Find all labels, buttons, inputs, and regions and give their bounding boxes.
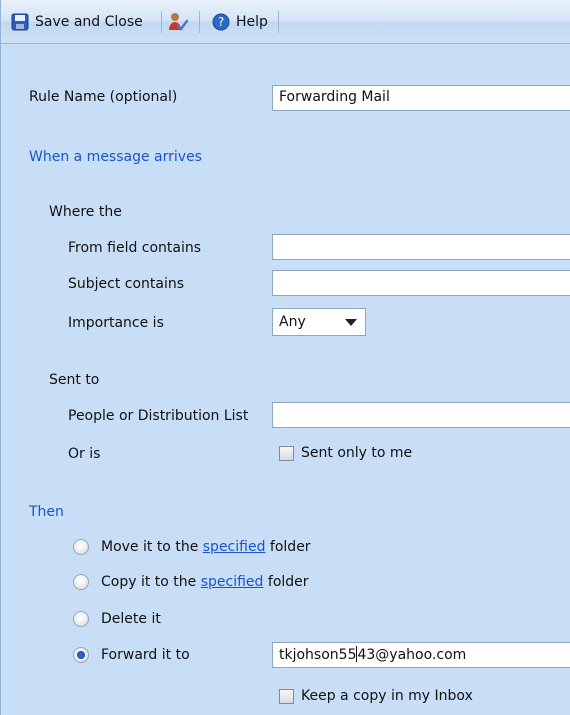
keep-copy-checkbox[interactable] (279, 688, 294, 704)
forward-radio[interactable] (73, 647, 89, 663)
help-button[interactable]: ? Help (212, 10, 274, 34)
delete-radio[interactable] (73, 611, 89, 627)
toolbar-separator (199, 11, 200, 33)
importance-label: Importance is (68, 315, 164, 331)
sent-only-to-me-checkbox[interactable] (279, 445, 294, 461)
toolbar-separator (161, 11, 162, 33)
copy-to-folder-option[interactable]: Copy it to the specified folder (73, 574, 309, 590)
toolbar: Save and Close ? Help (1, 0, 570, 44)
chevron-down-icon (345, 319, 357, 326)
copy-suffix-label: folder (267, 574, 309, 590)
forward-address-after-cursor: 43@yahoo.com (357, 647, 467, 663)
rule-editor-window: Save and Close ? Help Rule Name (optiona… (0, 0, 570, 715)
forward-option[interactable]: Forward it to (73, 647, 190, 663)
from-field-label: From field contains (68, 240, 202, 256)
forward-label: Forward it to (101, 647, 190, 663)
sent-only-to-me-option[interactable]: Sent only to me (279, 445, 412, 461)
check-names-button[interactable] (167, 10, 191, 34)
help-circle-icon: ? (212, 13, 230, 31)
subject-input[interactable] (272, 270, 570, 296)
floppy-disk-icon (11, 13, 29, 31)
importance-select[interactable]: Any (272, 308, 366, 336)
copy-radio[interactable] (73, 574, 89, 590)
toolbar-separator (278, 11, 279, 33)
importance-selected-value: Any (279, 314, 306, 330)
rule-name-label: Rule Name (optional) (29, 89, 178, 105)
copy-prefix-label: Copy it to the (101, 574, 197, 590)
people-list-label: People or Distribution List (68, 408, 249, 424)
help-label: Help (236, 14, 268, 30)
delete-label: Delete it (101, 611, 161, 627)
move-specified-folder-link[interactable]: specified (203, 539, 266, 555)
move-to-folder-option[interactable]: Move it to the specified folder (73, 539, 311, 555)
move-prefix-label: Move it to the (101, 539, 199, 555)
then-title: Then (29, 504, 64, 520)
where-the-label: Where the (49, 204, 122, 220)
people-list-input[interactable] (272, 402, 570, 428)
keep-copy-label: Keep a copy in my Inbox (301, 688, 473, 704)
forward-address-input[interactable]: tkjohson5543@yahoo.com (272, 642, 570, 668)
save-and-close-label: Save and Close (35, 14, 143, 30)
when-message-arrives-title: When a message arrives (29, 149, 202, 165)
svg-text:?: ? (218, 15, 224, 29)
move-radio[interactable] (73, 539, 89, 555)
from-field-input[interactable] (272, 234, 570, 260)
forward-address-before-cursor: tkjohson55 (279, 647, 357, 663)
subject-label: Subject contains (68, 276, 185, 292)
person-check-icon (167, 11, 189, 33)
delete-option[interactable]: Delete it (73, 611, 161, 627)
sent-only-to-me-label: Sent only to me (301, 445, 413, 461)
save-and-close-button[interactable]: Save and Close (11, 10, 157, 34)
move-suffix-label: folder (269, 539, 311, 555)
rule-name-input[interactable]: Forwarding Mail (272, 85, 570, 111)
copy-specified-folder-link[interactable]: specified (201, 574, 264, 590)
keep-copy-option[interactable]: Keep a copy in my Inbox (279, 688, 473, 704)
or-is-label: Or is (68, 446, 101, 462)
sent-to-label: Sent to (49, 372, 100, 388)
rule-form: Rule Name (optional) Forwarding Mail Whe… (1, 44, 570, 715)
